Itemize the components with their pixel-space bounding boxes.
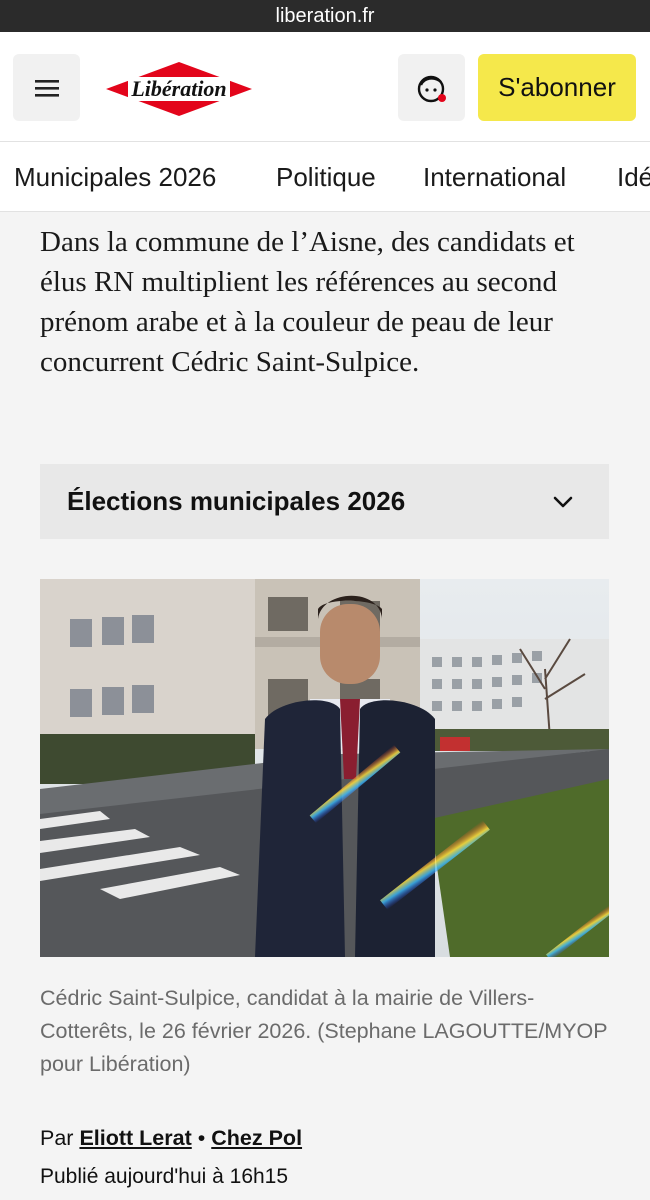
liberation-logo[interactable]: Libération <box>106 62 252 116</box>
article-photo <box>40 579 609 957</box>
byline-prefix: Par <box>40 1126 74 1150</box>
logo-text: Libération <box>130 76 226 101</box>
article-byline: Par Eliott Lerat • Chez Pol <box>40 1126 302 1151</box>
chevron-down-icon <box>553 496 573 508</box>
photo-caption: Cédric Saint-Sulpice, candidat à la mair… <box>40 986 608 1076</box>
section-link[interactable]: Chez Pol <box>211 1126 302 1150</box>
byline-separator: • <box>197 1126 206 1150</box>
dossier-label: Élections municipales 2026 <box>67 486 406 516</box>
url-text: liberation.fr <box>275 4 375 27</box>
nav-item-idees[interactable]: Idé <box>617 162 650 193</box>
nav-item-municipales[interactable]: Municipales 2026 <box>14 162 216 193</box>
author-link[interactable]: Eliott Lerat <box>79 1126 191 1150</box>
menu-button[interactable] <box>13 54 80 121</box>
subscribe-button[interactable]: S'abonner <box>478 54 636 121</box>
nav-item-international[interactable]: International <box>423 162 566 193</box>
browser-url-bar[interactable]: liberation.fr <box>0 0 650 32</box>
site-header: Libération S'abonner <box>0 32 650 142</box>
hamburger-icon <box>34 79 59 97</box>
dossier-dropdown[interactable]: Élections municipales 2026 <box>40 464 609 539</box>
article-lead: Dans la commune de l’Aisne, des candidat… <box>40 226 575 378</box>
publish-date: Publié aujourd'hui à 16h15 <box>40 1165 289 1188</box>
user-avatar-icon <box>417 75 446 102</box>
account-button[interactable] <box>398 54 465 121</box>
subscribe-label: S'abonner <box>498 72 616 102</box>
section-nav: Municipales 2026 Politique International… <box>0 142 650 212</box>
nav-item-politique[interactable]: Politique <box>276 162 376 193</box>
